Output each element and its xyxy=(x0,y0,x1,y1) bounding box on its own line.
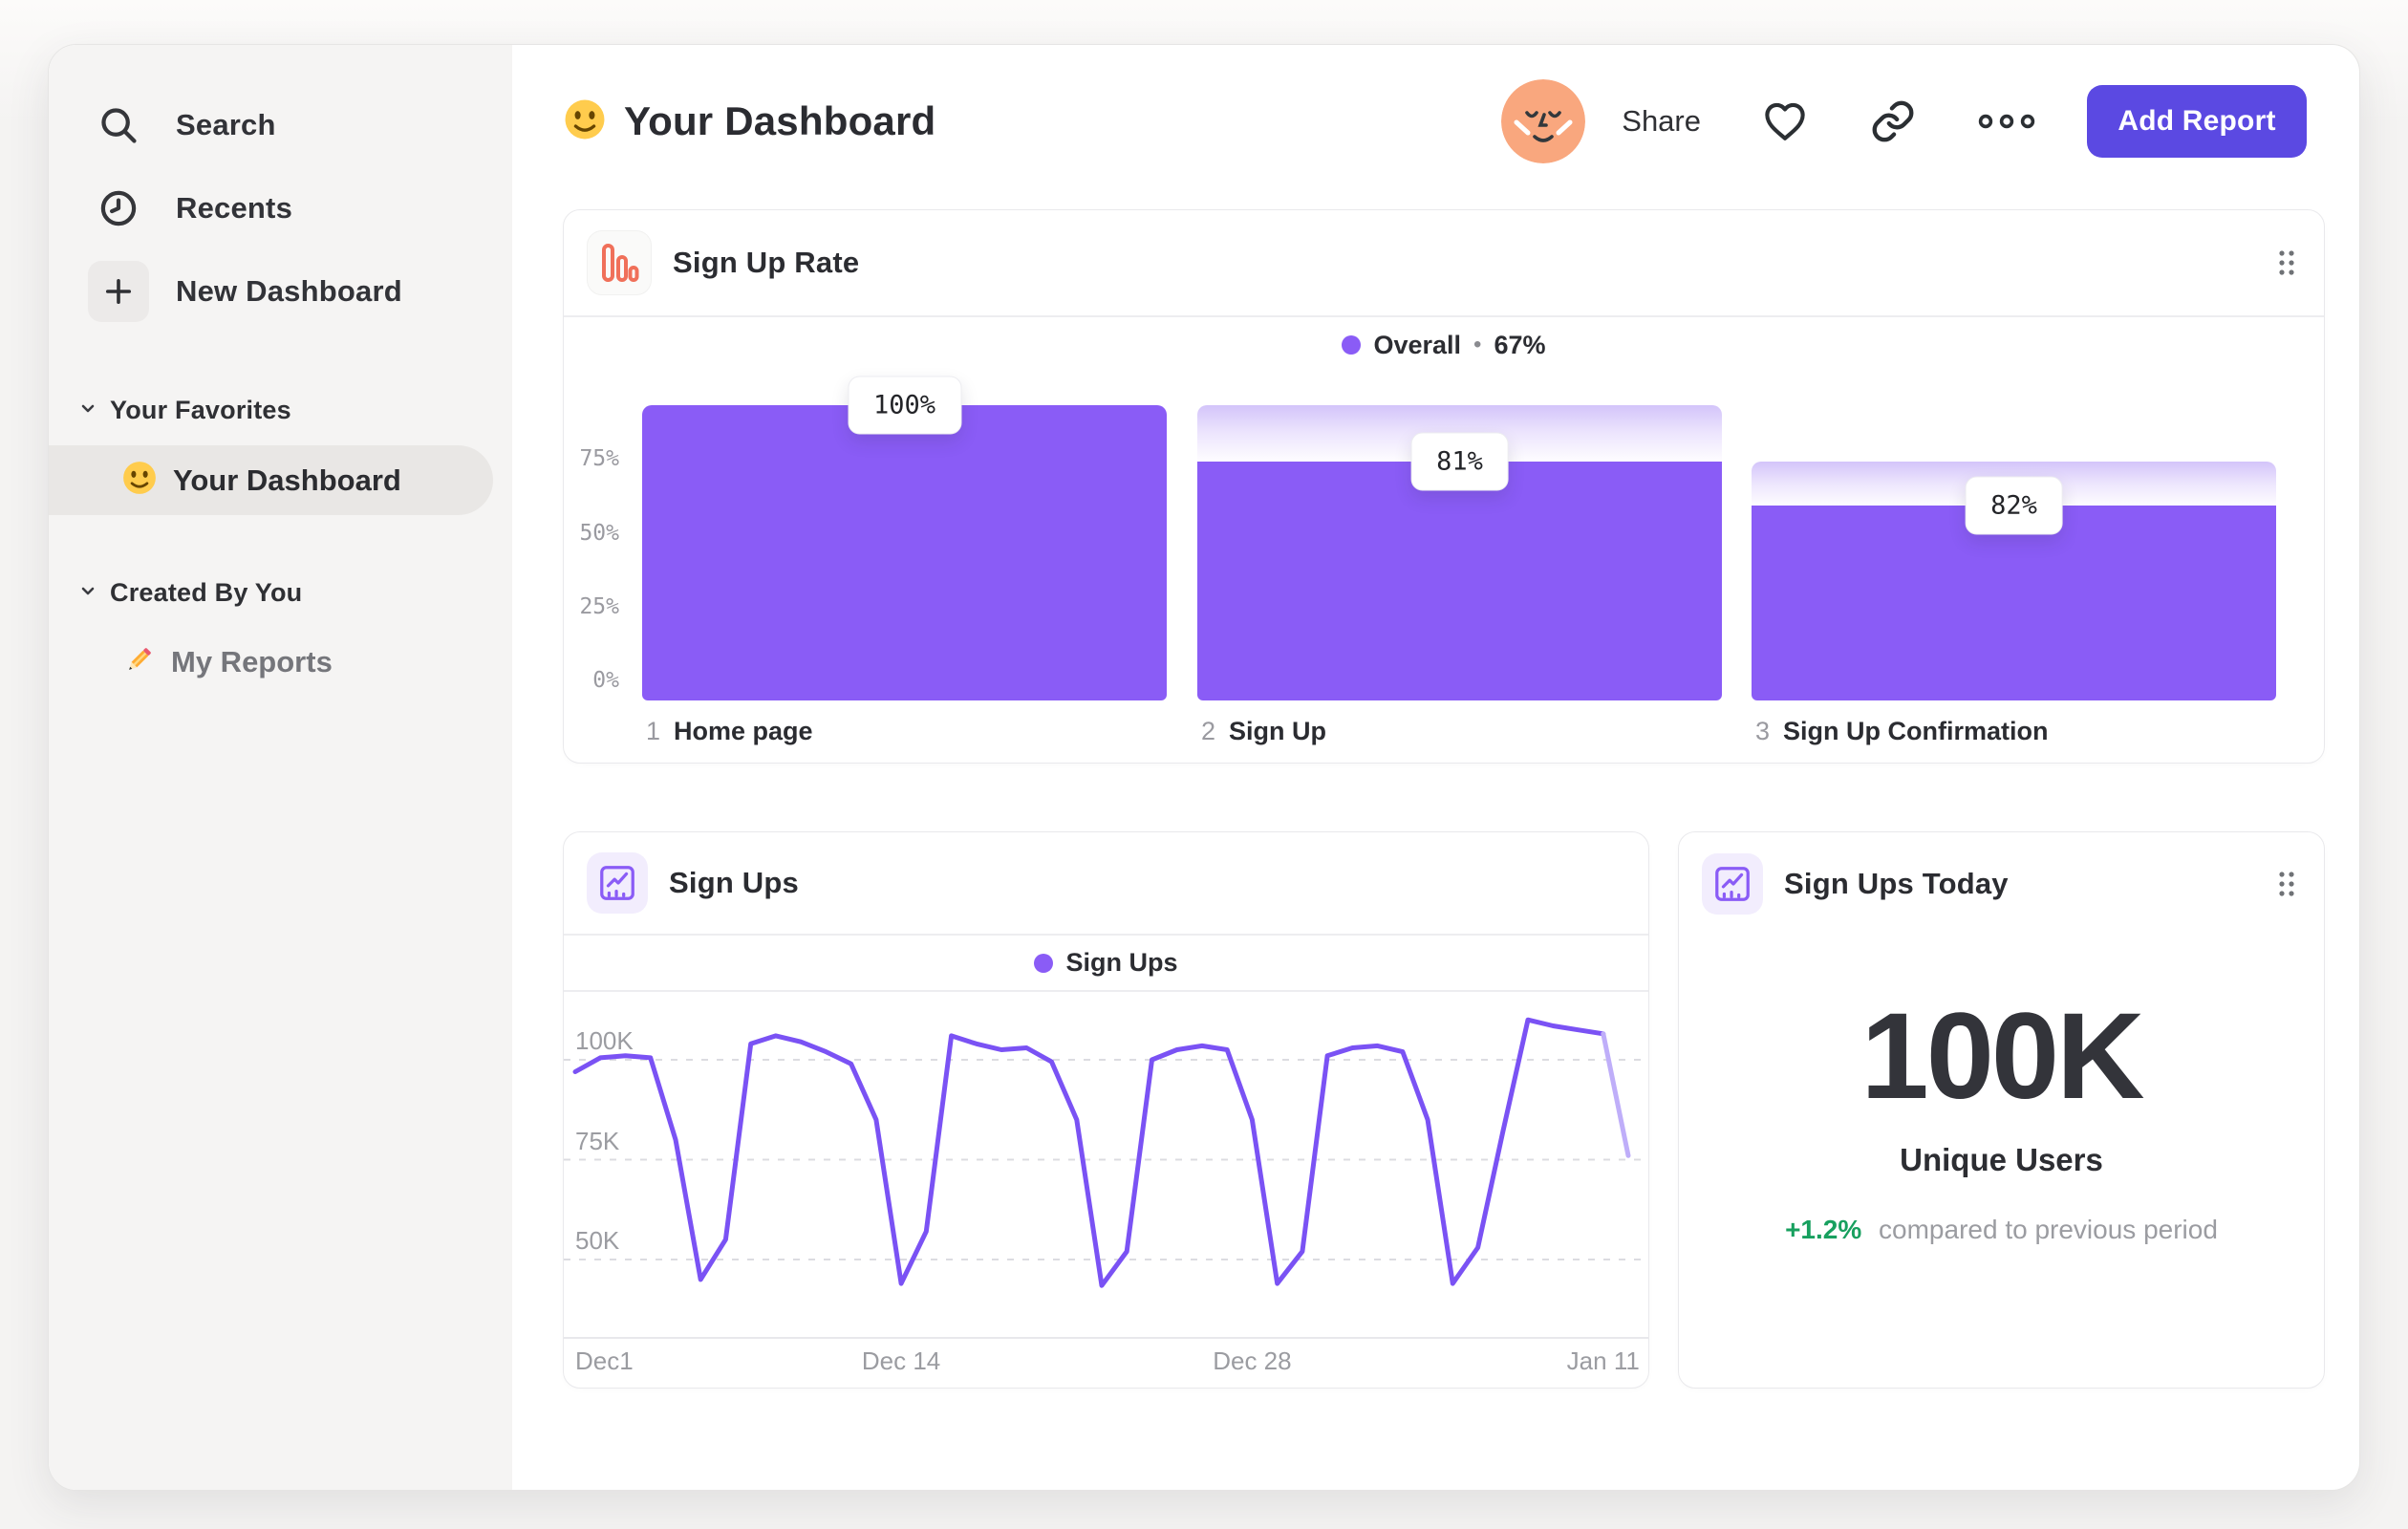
sidebar-item-search[interactable]: Search xyxy=(49,83,512,166)
sidebar-item-label: Search xyxy=(176,107,276,141)
funnel-bar xyxy=(1197,461,1722,700)
line-y-tick: 100K xyxy=(575,1026,634,1055)
sidebar-item-my-reports[interactable]: My Reports xyxy=(49,624,512,700)
plus-icon xyxy=(88,260,149,322)
sidebar-item-recents[interactable]: Recents xyxy=(49,166,512,249)
delta-note: compared to previous period xyxy=(1879,1215,2218,1245)
metric-label: Unique Users xyxy=(1900,1142,2103,1178)
line-y-tick: 50K xyxy=(575,1226,620,1255)
sidebar-item-label: New Dashboard xyxy=(176,273,402,308)
section-title: Your Favorites xyxy=(110,395,291,424)
funnel-step-label: 2 Sign Up xyxy=(1201,716,1327,745)
sidebar-item-new-dashboard[interactable]: New Dashboard xyxy=(49,249,512,333)
clock-icon xyxy=(88,178,149,239)
search-icon xyxy=(88,95,149,156)
card-title: Sign Ups xyxy=(669,866,799,899)
avatar[interactable] xyxy=(1501,79,1586,163)
line-chart-icon xyxy=(587,852,648,914)
drag-handle-icon[interactable] xyxy=(2274,868,2299,900)
chevron-down-icon xyxy=(76,579,99,607)
app-window: Search Recents New Dashboard Your Favori… xyxy=(48,44,2360,1491)
sidebar-item-label: My Reports xyxy=(171,645,333,678)
line-x-tick: Dec1 xyxy=(575,1346,634,1375)
x-axis-line xyxy=(564,1337,1648,1339)
add-report-button[interactable]: Add Report xyxy=(2087,85,2307,158)
funnel-canvas: 75% 50% 25% 0% 100% 1 Home page 81% 2 Sign Up 82% 3… xyxy=(564,210,2324,763)
funnel-y-tick: 75% xyxy=(579,446,619,472)
sign-ups-today-card: Sign Ups Today 100K Unique Users +1.2% c… xyxy=(1678,831,2325,1389)
funnel-value-tooltip: 81% xyxy=(1410,432,1509,491)
share-button[interactable]: Share xyxy=(1622,104,1701,139)
sign-ups-card: Sign Ups Sign Ups 100K 75K 50K Dec1 Dec 14 De… xyxy=(563,831,1649,1389)
sidebar-section-your-favorites[interactable]: Your Favorites xyxy=(49,384,512,436)
card-title: Sign Ups Today xyxy=(1784,867,2009,900)
sidebar-section-created-by-you[interactable]: Created By You xyxy=(49,567,512,618)
line-chart-icon xyxy=(1702,853,1763,915)
legend-dot xyxy=(1034,953,1054,973)
metric-value: 100K xyxy=(1860,988,2145,1125)
sidebar: Search Recents New Dashboard Your Favori… xyxy=(49,45,512,1490)
line-x-tick: Jan 11 xyxy=(1566,1346,1640,1375)
metric-block: 100K Unique Users +1.2% compared to prev… xyxy=(1679,988,2324,1245)
funnel-value-tooltip: 82% xyxy=(1965,476,2063,535)
line-legend: Sign Ups xyxy=(564,936,1648,992)
line-y-tick: 75K xyxy=(575,1126,620,1155)
funnel-bar xyxy=(1752,506,2276,700)
delta-percent: +1.2% xyxy=(1785,1215,1862,1245)
page-title: Your Dashboard xyxy=(624,98,936,143)
sidebar-item-label: Your Dashboard xyxy=(173,463,401,497)
funnel-step-label: 1 Home page xyxy=(646,716,813,745)
funnel-bar xyxy=(642,405,1167,700)
line-x-tick: Dec 14 xyxy=(861,1346,941,1375)
funnel-y-tick: 50% xyxy=(579,520,619,546)
card-header: Sign Ups Today xyxy=(1679,832,2324,936)
smiley-emoji-icon xyxy=(121,460,158,501)
legend-label: Sign Ups xyxy=(1065,948,1178,977)
section-title: Created By You xyxy=(110,577,303,607)
smiley-emoji-icon xyxy=(563,97,607,146)
more-options-icon[interactable] xyxy=(1976,108,2037,135)
topbar: Your Dashboard Share Add Report xyxy=(563,74,2307,169)
chevron-down-icon xyxy=(76,397,99,424)
sidebar-item-label: Recents xyxy=(176,190,293,225)
sidebar-item-your-dashboard[interactable]: Your Dashboard xyxy=(49,445,493,515)
funnel-y-tick: 25% xyxy=(579,593,619,619)
metric-delta: +1.2% compared to previous period xyxy=(1679,1215,2324,1245)
funnel-step-label: 3 Sign Up Confirmation xyxy=(1755,716,2049,745)
sign-up-rate-card: Sign Up Rate Overall • 67% 75% 50% 25% 0% 10… xyxy=(563,209,2325,764)
line-chart-plot xyxy=(564,1017,1642,1288)
favorite-heart-icon[interactable] xyxy=(1760,97,1810,146)
line-x-tick: Dec 28 xyxy=(1213,1346,1292,1375)
pencil-emoji-icon xyxy=(121,643,156,682)
funnel-value-tooltip: 100% xyxy=(847,376,962,435)
card-header: Sign Ups xyxy=(564,832,1648,936)
funnel-y-tick: 0% xyxy=(592,668,619,693)
copy-link-icon[interactable] xyxy=(1869,97,1917,145)
